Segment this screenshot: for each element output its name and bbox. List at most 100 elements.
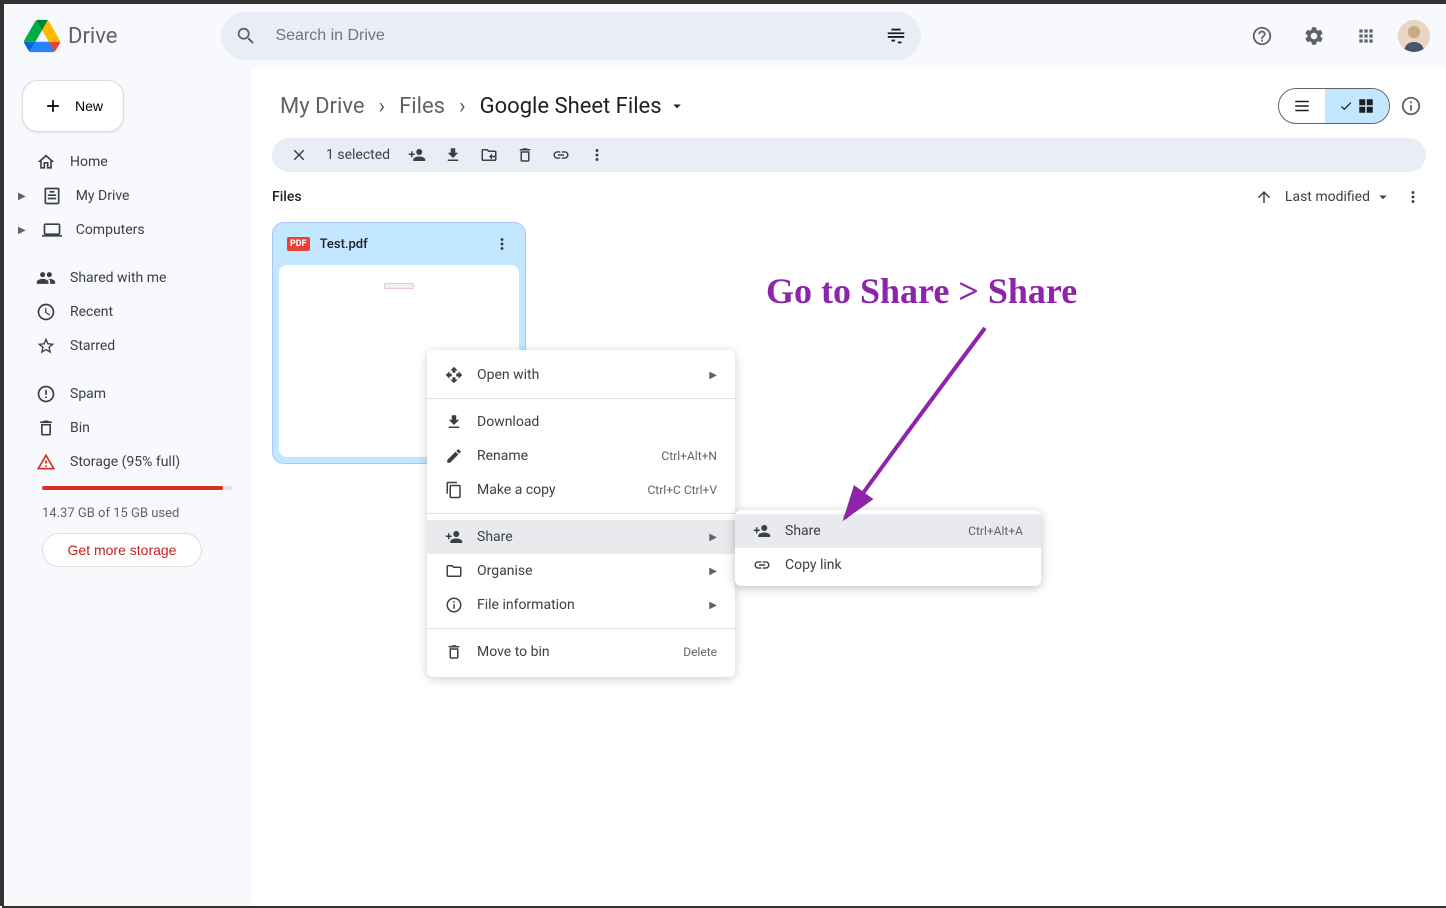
share-icon (445, 528, 463, 546)
sidebar-label: Recent (70, 304, 113, 320)
dropdown-icon (668, 97, 686, 115)
sidebar-label: Shared with me (70, 270, 166, 286)
download-icon[interactable] (444, 146, 462, 164)
menu-file-info[interactable]: File information▶ (427, 588, 735, 622)
link-icon[interactable] (552, 146, 570, 164)
sidebar-label: Spam (70, 386, 106, 402)
menu-move-to-bin[interactable]: Move to binDelete (427, 635, 735, 669)
file-name: Test.pdf (320, 237, 368, 252)
help-button[interactable] (1242, 16, 1282, 56)
sidebar-item-storage[interactable]: Storage (95% full) (16, 446, 244, 478)
menu-make-copy[interactable]: Make a copyCtrl+C Ctrl+V (427, 473, 735, 507)
drive-logo[interactable]: Drive (20, 14, 121, 58)
sidebar-item-my-drive[interactable]: ▶ My Drive (16, 180, 244, 212)
crumb-files[interactable]: Files (391, 90, 453, 123)
breadcrumb: My Drive › Files › Google Sheet Files (272, 90, 694, 123)
sidebar-item-shared[interactable]: Shared with me (16, 262, 244, 294)
share-person-icon[interactable] (408, 146, 426, 164)
context-menu: Open with▶ Download RenameCtrl+Alt+N Mak… (427, 350, 735, 677)
grid-icon (1357, 97, 1375, 115)
chevron-right-icon: ▶ (709, 566, 717, 577)
avatar-image (1398, 20, 1430, 52)
copy-icon (445, 481, 463, 499)
storage-progress (42, 486, 232, 490)
clock-icon (36, 302, 56, 322)
topbar: Drive (4, 4, 1446, 68)
plus-icon (43, 95, 63, 117)
crumb-my-drive[interactable]: My Drive (272, 90, 373, 123)
file-more-icon[interactable] (493, 235, 511, 253)
sort-dropdown[interactable]: Last modified (1285, 188, 1392, 206)
home-icon (36, 152, 56, 172)
people-icon (36, 268, 56, 288)
apps-button[interactable] (1346, 16, 1386, 56)
sidebar-item-bin[interactable]: Bin (16, 412, 244, 444)
sidebar-item-spam[interactable]: Spam (16, 378, 244, 410)
check-icon (1339, 99, 1353, 113)
pdf-badge: PDF (287, 237, 310, 251)
annotation-arrow (820, 318, 1020, 538)
spam-icon (36, 384, 56, 404)
drive-icon (42, 186, 62, 206)
search-icon (235, 25, 257, 47)
sidebar-item-home[interactable]: Home (16, 146, 244, 178)
new-button[interactable]: New (22, 80, 124, 132)
sidebar-label: Storage (95% full) (70, 454, 180, 470)
trash-icon[interactable] (516, 146, 534, 164)
menu-share[interactable]: Share▶ (427, 520, 735, 554)
folder-icon (445, 562, 463, 580)
chevron-icon: › (459, 94, 466, 119)
search-filters-icon[interactable] (885, 25, 907, 47)
more-icon[interactable] (1404, 188, 1422, 206)
sidebar-label: Starred (70, 338, 115, 354)
chevron-right-icon[interactable]: ▶ (18, 191, 26, 202)
account-avatar[interactable] (1398, 20, 1430, 52)
star-icon (36, 336, 56, 356)
chevron-right-icon[interactable]: ▶ (18, 225, 26, 236)
apps-icon (1356, 26, 1376, 46)
drive-logo-icon (24, 18, 60, 54)
sidebar-item-recent[interactable]: Recent (16, 296, 244, 328)
list-view-button[interactable] (1279, 89, 1325, 123)
list-icon (1293, 97, 1311, 115)
menu-open-with[interactable]: Open with▶ (427, 358, 735, 392)
more-icon[interactable] (588, 146, 606, 164)
menu-download[interactable]: Download (427, 405, 735, 439)
bin-icon (36, 418, 56, 438)
search-bar[interactable] (221, 12, 921, 60)
storage-used-text: 14.37 GB of 15 GB used (16, 498, 244, 531)
cloud-icon (36, 452, 56, 472)
grid-view-button[interactable] (1325, 89, 1389, 123)
close-icon[interactable] (290, 146, 308, 164)
info-icon (445, 596, 463, 614)
crumb-current[interactable]: Google Sheet Files (472, 90, 694, 123)
chevron-right-icon: ▶ (709, 370, 717, 381)
new-label: New (75, 98, 103, 114)
selection-toolbar: 1 selected (272, 138, 1426, 172)
trash-icon (445, 643, 463, 661)
selection-count: 1 selected (326, 147, 390, 163)
search-input[interactable] (273, 26, 869, 46)
menu-rename[interactable]: RenameCtrl+Alt+N (427, 439, 735, 473)
settings-button[interactable] (1294, 16, 1334, 56)
gear-icon (1303, 25, 1325, 47)
help-icon (1251, 25, 1273, 47)
sidebar-label: Computers (76, 222, 145, 238)
details-button[interactable] (1400, 95, 1422, 117)
chevron-icon: › (379, 94, 386, 119)
open-with-icon (445, 366, 463, 384)
sidebar-item-computers[interactable]: ▶ Computers (16, 214, 244, 246)
chevron-right-icon: ▶ (709, 532, 717, 543)
view-toggle (1278, 88, 1390, 124)
sort-arrow-icon[interactable] (1255, 188, 1273, 206)
menu-organise[interactable]: Organise▶ (427, 554, 735, 588)
sidebar-label: My Drive (76, 188, 130, 204)
get-storage-button[interactable]: Get more storage (42, 533, 202, 567)
sidebar-label: Home (70, 154, 108, 170)
sidebar-item-starred[interactable]: Starred (16, 330, 244, 362)
sidebar: New Home ▶ My Drive ▶ Computers Shared wit… (4, 68, 252, 906)
info-icon (1400, 95, 1422, 117)
move-icon[interactable] (480, 146, 498, 164)
submenu-copy-link[interactable]: Copy link (735, 548, 1041, 582)
files-section-label: Files (272, 189, 302, 205)
